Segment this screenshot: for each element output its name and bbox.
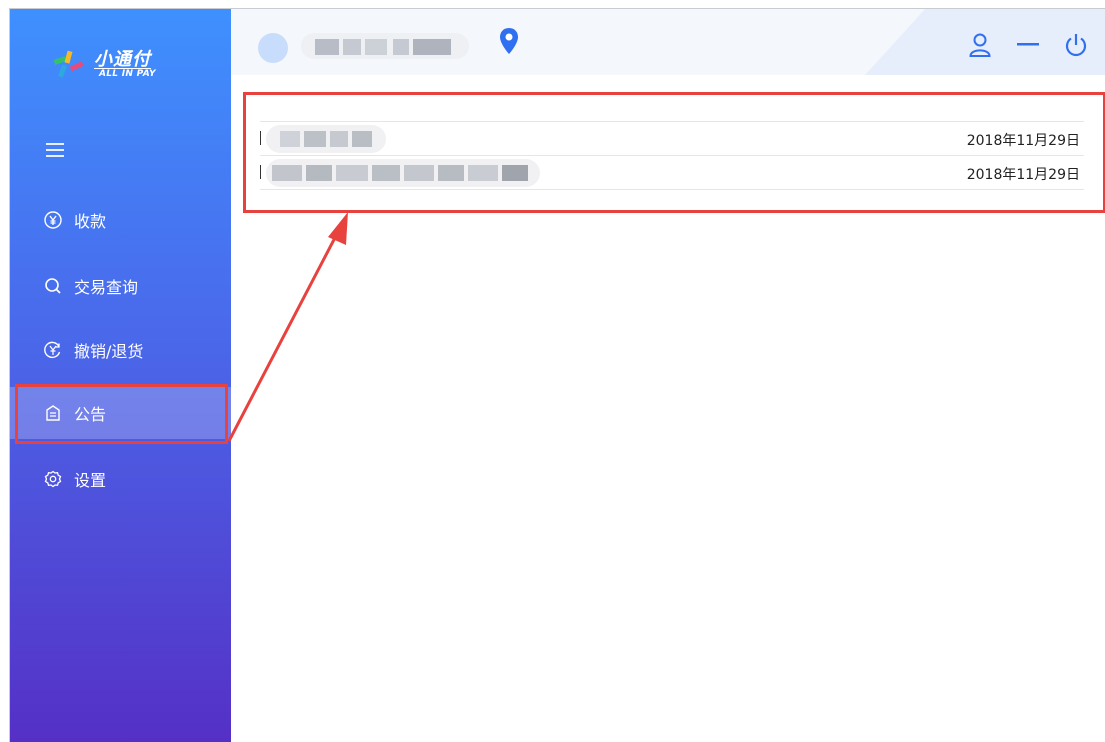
sidebar: 小通付 ALL IN PAY 收款 交易查询 撤销/退货 公告 设置 [10, 9, 231, 742]
logo-subtitle: ALL IN PAY [99, 69, 156, 79]
app-window: 小通付 ALL IN PAY 收款 交易查询 撤销/退货 公告 设置 2018年… [9, 8, 1105, 742]
avatar[interactable] [258, 33, 288, 63]
notice-panel: 2018年11月29日 2018年11月29日 [243, 92, 1105, 213]
settings-icon [44, 470, 62, 488]
sidebar-item-collect[interactable]: 收款 [10, 194, 231, 246]
sidebar-item-label: 公告 [74, 405, 107, 424]
sidebar-item-notice[interactable]: 公告 [10, 387, 231, 439]
list-item[interactable]: 2018年11月29日 [260, 122, 1084, 156]
sidebar-item-transaction-query[interactable]: 交易查询 [10, 260, 231, 312]
logo: 小通付 ALL IN PAY [52, 45, 192, 85]
minimize-icon[interactable] [1013, 30, 1043, 60]
top-bar [231, 9, 1105, 76]
window-actions [947, 30, 1091, 60]
notice-date: 2018年11月29日 [966, 133, 1080, 149]
location-pin-icon[interactable] [498, 27, 520, 55]
notice-date: 2018年11月29日 [966, 167, 1080, 183]
main-content: 2018年11月29日 2018年11月29日 [231, 75, 1105, 742]
logo-mark-icon [53, 50, 84, 78]
notice-list: 2018年11月29日 2018年11月29日 [260, 121, 1084, 190]
sidebar-item-label: 交易查询 [74, 278, 139, 297]
user-name-redacted [301, 33, 469, 59]
notice-icon [44, 404, 62, 422]
user-icon[interactable] [965, 30, 995, 60]
refund-icon [44, 341, 62, 359]
search-icon [44, 277, 62, 295]
list-item[interactable]: 2018年11月29日 [260, 156, 1084, 190]
notice-title-redacted [260, 165, 262, 179]
power-icon[interactable] [1061, 30, 1091, 60]
sidebar-item-label: 撤销/退货 [74, 342, 144, 361]
sidebar-item-label: 收款 [74, 212, 107, 231]
menu-toggle-icon[interactable] [46, 143, 64, 159]
redacted-text [266, 159, 540, 187]
sidebar-item-settings[interactable]: 设置 [10, 453, 231, 505]
logo-name: 小通付 [94, 49, 151, 70]
sidebar-item-label: 设置 [74, 471, 107, 490]
redacted-text [266, 125, 386, 153]
sidebar-item-refund[interactable]: 撤销/退货 [10, 324, 231, 376]
yen-circle-icon [44, 211, 62, 229]
notice-title-redacted [260, 131, 262, 145]
